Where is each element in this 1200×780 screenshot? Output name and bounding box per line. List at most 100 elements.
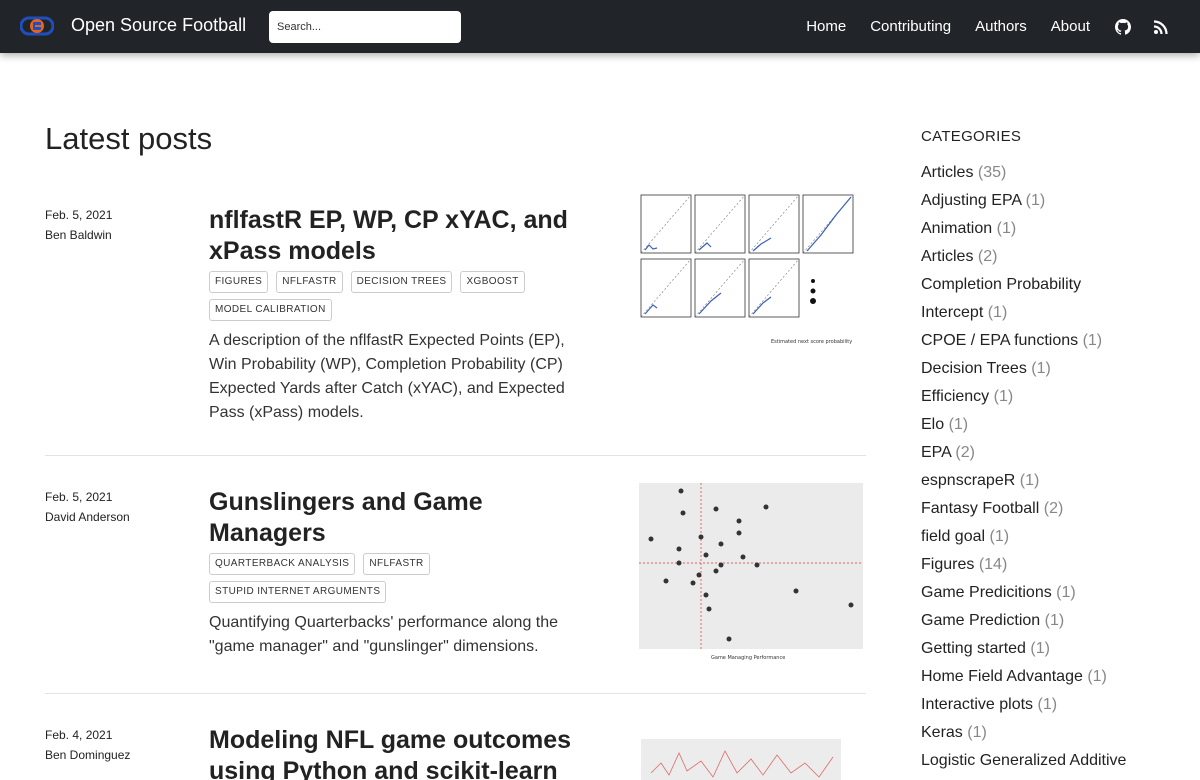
post-item[interactable]: Feb. 4, 2021 Ben Dominguez Modeling NFL … bbox=[45, 725, 866, 780]
category-item[interactable]: Animation (1) bbox=[921, 215, 1171, 243]
category-item[interactable]: Articles (2) bbox=[921, 243, 1171, 271]
post-body: Gunslingers and Game Managers QUARTERBAC… bbox=[209, 487, 589, 659]
nav-authors-link[interactable]: Authors bbox=[975, 18, 1027, 35]
nav-about-link[interactable]: About bbox=[1051, 18, 1090, 35]
post-body: nflfastR EP, WP, CP xYAC, and xPass mode… bbox=[209, 205, 589, 425]
github-icon[interactable] bbox=[1114, 18, 1132, 36]
post-tags: QUARTERBACK ANALYSIS NFLFASTR STUPID INT… bbox=[209, 553, 589, 609]
category-item[interactable]: EPA (2) bbox=[921, 439, 1171, 467]
category-item[interactable]: Decision Trees (1) bbox=[921, 355, 1171, 383]
category-item[interactable]: espnscrapeR (1) bbox=[921, 467, 1171, 495]
post-item[interactable]: Feb. 5, 2021 David Anderson Gunslingers … bbox=[45, 483, 866, 677]
category-item[interactable]: Intercept (1) bbox=[921, 299, 1171, 327]
category-name: EPA bbox=[921, 444, 951, 461]
category-name: Fantasy Football bbox=[921, 500, 1040, 517]
categories-sidebar: CATEGORIES Articles (35) Adjusting EPA (1… bbox=[921, 126, 1171, 780]
category-count: (1) bbox=[1031, 360, 1051, 377]
category-count: (1) bbox=[993, 388, 1014, 405]
category-name: Decision Trees bbox=[921, 360, 1027, 377]
category-name: Interactive plots bbox=[921, 696, 1034, 713]
svg-text:Game Managing Performance: Game Managing Performance bbox=[711, 655, 785, 661]
category-item[interactable]: Fantasy Football (2) bbox=[921, 495, 1171, 523]
category-name: Completion Probability bbox=[921, 276, 1082, 293]
category-item[interactable]: Getting started (1) bbox=[921, 635, 1171, 663]
site-logo-icon[interactable] bbox=[20, 13, 54, 39]
category-name: Game Prediction bbox=[921, 612, 1041, 629]
category-count: (1) bbox=[996, 220, 1017, 237]
post-item[interactable]: Feb. 5, 2021 Ben Baldwin nflfastR EP, WP… bbox=[45, 193, 866, 435]
post-tags: FIGURES NFLFASTR DECISION TREES XGBOOST … bbox=[209, 271, 589, 327]
top-navbar: Open Source Football Home Contributing A… bbox=[0, 0, 1200, 53]
nav-links: Home Contributing Authors About bbox=[806, 0, 1200, 53]
categories-heading: CATEGORIES bbox=[921, 128, 1022, 145]
post-description: A description of the nflfastR Expected P… bbox=[209, 332, 565, 421]
category-count: (1) bbox=[1044, 612, 1065, 629]
tag-nflfastr[interactable]: NFLFASTR bbox=[363, 553, 430, 575]
category-name: Animation bbox=[921, 220, 993, 237]
category-name: Figures bbox=[921, 556, 975, 573]
post-description: Quantifying Quarterbacks' performance al… bbox=[209, 614, 559, 655]
post-thumbnail-qb-scatter[interactable]: Game Managing Performance bbox=[621, 479, 866, 661]
category-count: (1) bbox=[1082, 332, 1103, 349]
tag-model-calibration[interactable]: MODEL CALIBRATION bbox=[209, 299, 332, 321]
rss-icon[interactable] bbox=[1152, 18, 1170, 36]
category-item[interactable]: Keras (1) bbox=[921, 719, 1171, 747]
post-date: Feb. 5, 2021 bbox=[45, 208, 113, 222]
category-count: (2) bbox=[977, 248, 998, 265]
post-author: David Anderson bbox=[45, 510, 130, 524]
category-item[interactable]: Mixed Models (1) bbox=[921, 775, 1171, 780]
category-name: Articles bbox=[921, 248, 974, 265]
category-item[interactable]: Completion Probability bbox=[921, 271, 1171, 299]
category-item[interactable]: Logistic Generalized Additive bbox=[921, 747, 1171, 775]
site-title[interactable]: Open Source Football bbox=[71, 15, 246, 36]
category-count: (1) bbox=[948, 416, 969, 433]
category-item[interactable]: CPOE / EPA functions (1) bbox=[921, 327, 1171, 355]
category-item[interactable]: field goal (1) bbox=[921, 523, 1171, 551]
categories-list: Articles (35) Adjusting EPA (1) Animation … bbox=[921, 159, 1171, 780]
category-name: Logistic Generalized Additive bbox=[921, 752, 1127, 769]
category-count: (1) bbox=[967, 724, 987, 741]
category-count: (1) bbox=[1030, 640, 1050, 657]
category-item[interactable]: Game Prediction (1) bbox=[921, 607, 1171, 635]
category-name: Efficiency bbox=[921, 388, 990, 405]
category-name: Game Predicitions bbox=[921, 584, 1052, 601]
tag-stupid-internet-arguments[interactable]: STUPID INTERNET ARGUMENTS bbox=[209, 581, 387, 603]
tag-xgboost[interactable]: XGBOOST bbox=[460, 271, 525, 293]
category-item[interactable]: Efficiency (1) bbox=[921, 383, 1171, 411]
category-count: (1) bbox=[989, 528, 1010, 545]
category-name: Getting started bbox=[921, 640, 1026, 657]
category-item[interactable]: Home Field Advantage (1) bbox=[921, 663, 1171, 691]
category-name: CPOE / EPA functions bbox=[921, 332, 1079, 349]
category-name: Adjusting EPA bbox=[921, 192, 1022, 209]
post-title[interactable]: nflfastR EP, WP, CP xYAC, and xPass mode… bbox=[209, 205, 589, 267]
post-date: Feb. 5, 2021 bbox=[45, 490, 113, 504]
tag-quarterback-analysis[interactable]: QUARTERBACK ANALYSIS bbox=[209, 553, 356, 575]
search-input[interactable] bbox=[269, 11, 461, 43]
svg-text:Estimated next score probabili: Estimated next score probability bbox=[771, 339, 852, 345]
page-title: Latest posts bbox=[45, 121, 213, 156]
post-divider bbox=[45, 693, 866, 694]
tag-decision-trees[interactable]: DECISION TREES bbox=[350, 271, 453, 293]
nav-contributing-link[interactable]: Contributing bbox=[870, 18, 951, 35]
category-item[interactable]: Adjusting EPA (1) bbox=[921, 187, 1171, 215]
post-title[interactable]: Gunslingers and Game Managers bbox=[209, 487, 589, 549]
category-item[interactable]: Figures (14) bbox=[921, 551, 1171, 579]
category-item[interactable]: Articles (35) bbox=[921, 159, 1171, 187]
category-item[interactable]: Game Predicitions (1) bbox=[921, 579, 1171, 607]
tag-nflfastr[interactable]: NFLFASTR bbox=[276, 271, 343, 293]
tag-figures[interactable]: FIGURES bbox=[209, 271, 269, 293]
category-item[interactable]: Elo (1) bbox=[921, 411, 1171, 439]
post-meta: Feb. 5, 2021 Ben Baldwin bbox=[45, 205, 195, 245]
category-count: (1) bbox=[1087, 668, 1107, 685]
category-name: Articles bbox=[921, 164, 974, 181]
post-body: Modeling NFL game outcomes using Python … bbox=[209, 725, 589, 780]
category-name: Keras bbox=[921, 724, 963, 741]
post-thumbnail-calibration-plot[interactable]: Estimated next score probability bbox=[621, 193, 866, 353]
category-count: (1) bbox=[1019, 472, 1040, 489]
category-item[interactable]: Interactive plots (1) bbox=[921, 691, 1171, 719]
post-title[interactable]: Modeling NFL game outcomes using Python … bbox=[209, 725, 589, 780]
nav-home-link[interactable]: Home bbox=[806, 18, 846, 35]
category-name: espnscrapeR bbox=[921, 472, 1016, 489]
post-thumbnail-line-chart[interactable] bbox=[621, 733, 866, 780]
post-meta: Feb. 4, 2021 Ben Dominguez bbox=[45, 725, 195, 765]
